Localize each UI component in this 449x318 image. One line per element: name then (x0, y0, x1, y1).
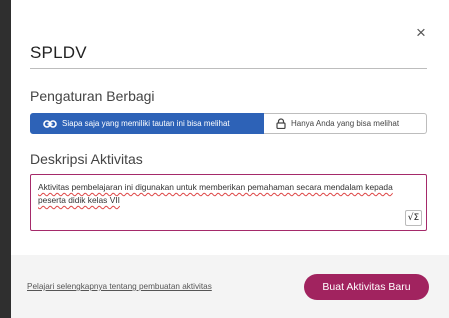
share-anyone-label: Siapa saja yang memiliki tautan ini bisa… (62, 119, 230, 128)
close-button[interactable]: × (414, 24, 428, 42)
math-equation-button[interactable]: √Σ (405, 210, 422, 226)
title-underline (30, 68, 427, 69)
description-text: Aktivitas pembelajaran ini digunakan unt… (38, 182, 393, 205)
lock-icon (276, 118, 286, 129)
share-anyone-with-link-option[interactable]: Siapa saja yang memiliki tautan ini bisa… (30, 113, 264, 134)
activity-description-heading: Deskripsi Aktivitas (30, 151, 143, 167)
close-icon: × (416, 23, 426, 42)
create-activity-button[interactable]: Buat Aktivitas Baru (304, 274, 429, 300)
share-only-me-label: Hanya Anda yang bisa melihat (291, 119, 400, 128)
background-overlay-edge (0, 0, 11, 318)
link-icon (43, 119, 57, 128)
share-only-me-option[interactable]: Hanya Anda yang bisa melihat (264, 113, 427, 134)
activity-description-textarea[interactable]: Aktivitas pembelajaran ini digunakan unt… (30, 174, 427, 231)
learn-more-link[interactable]: Pelajari selengkapnya tentang pembuatan … (27, 282, 212, 291)
sharing-settings-heading: Pengaturan Berbagi (30, 88, 155, 104)
activity-title-input[interactable]: SPLDV (30, 43, 87, 63)
